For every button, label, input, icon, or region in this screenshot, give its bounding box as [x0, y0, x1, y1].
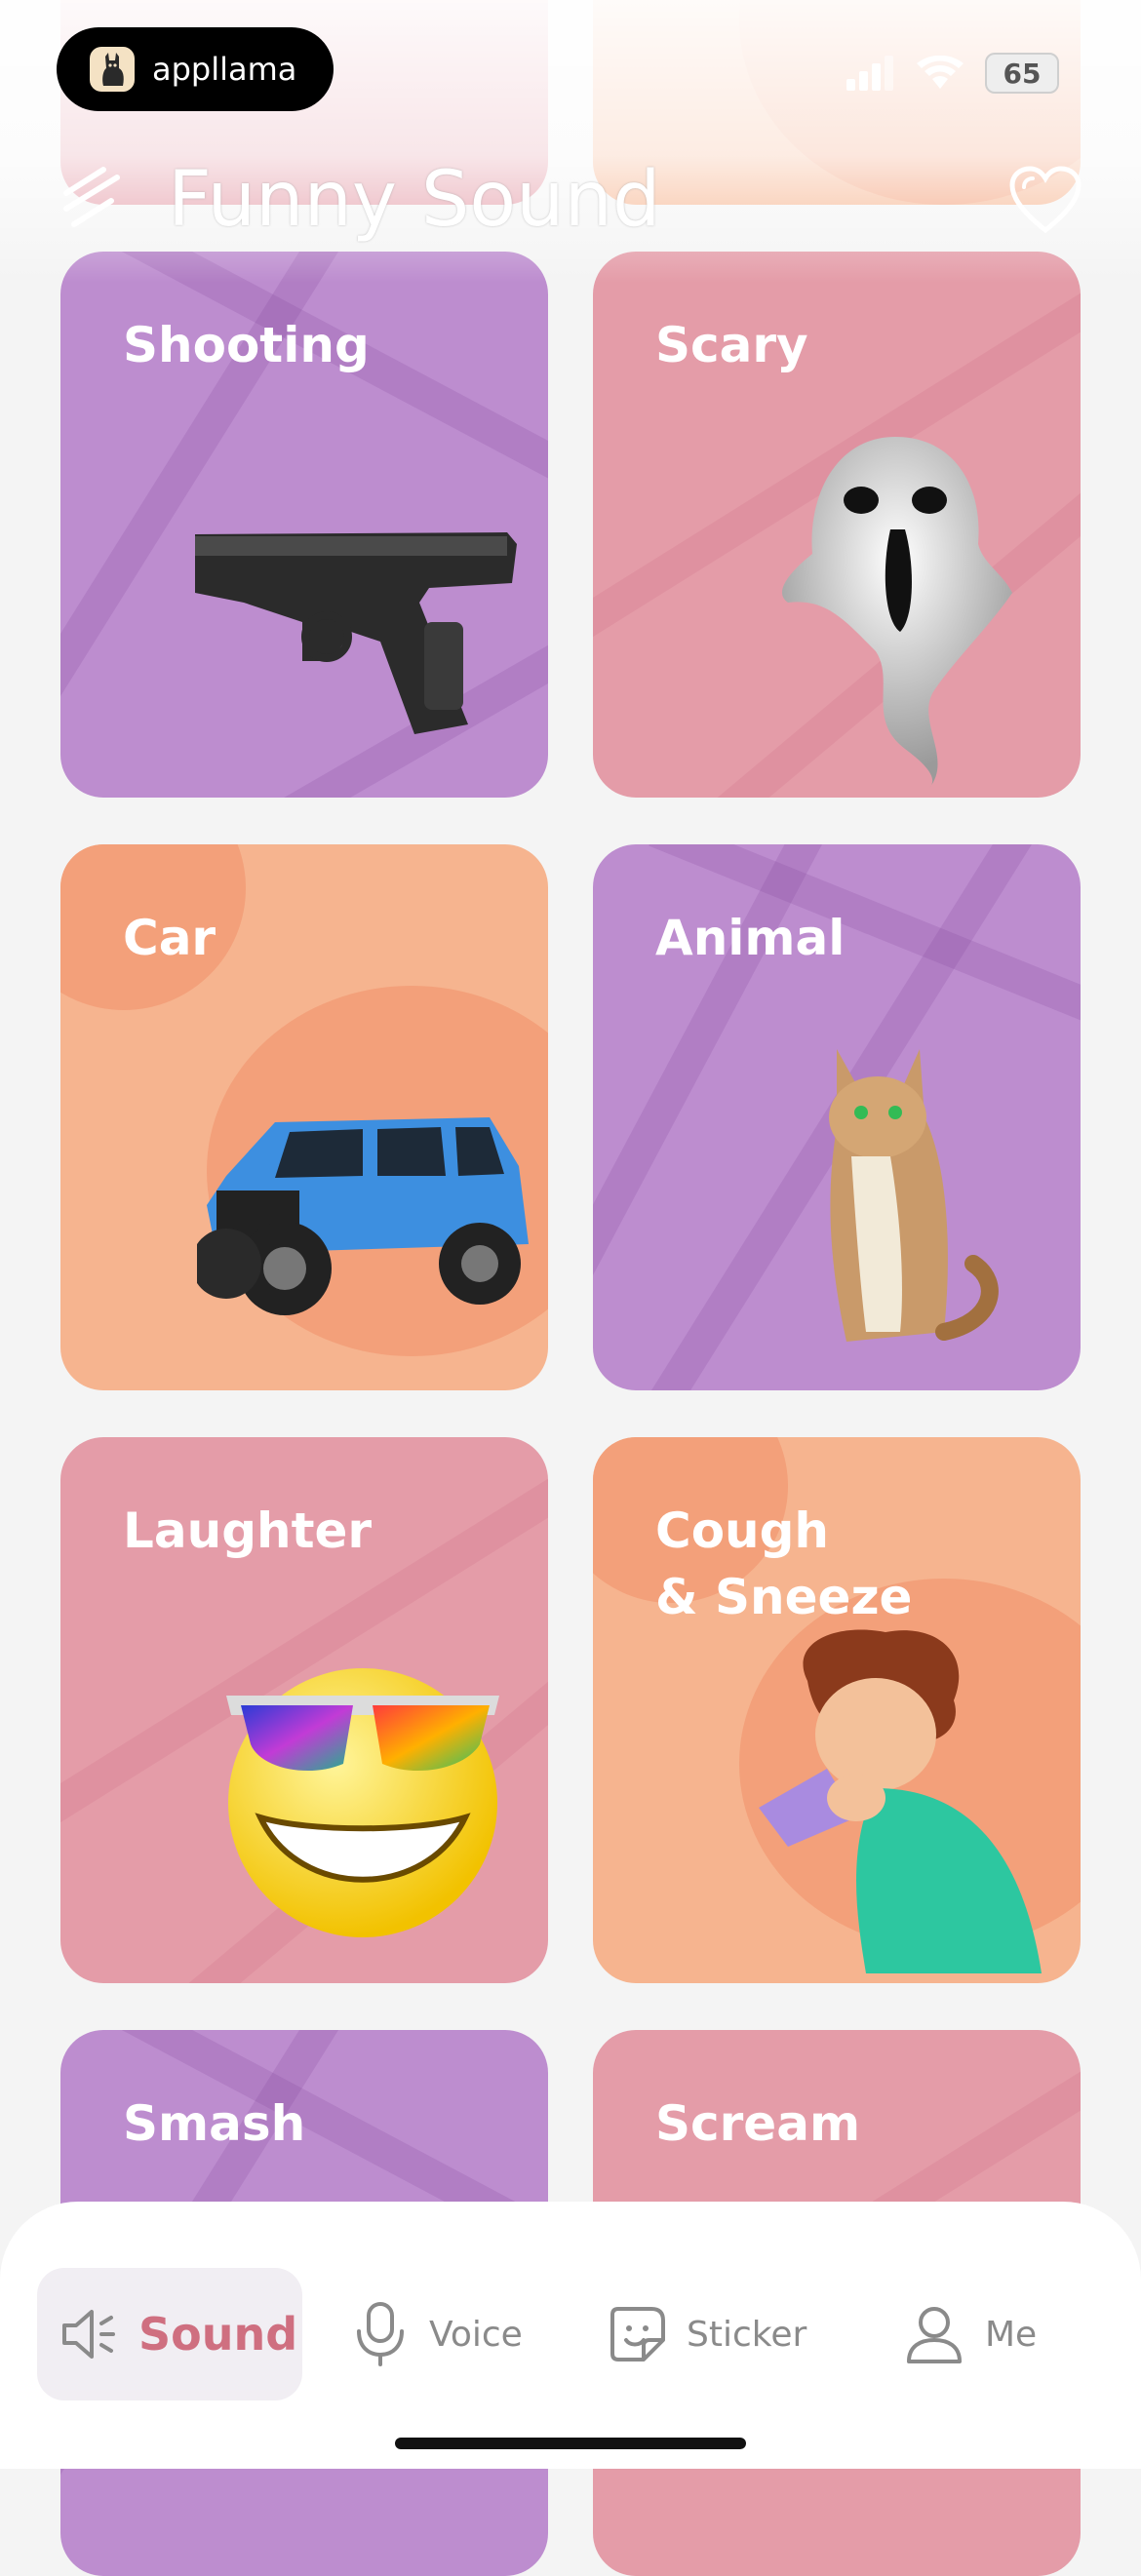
category-label: Laughter [123, 1503, 373, 1559]
llama-logo-icon [90, 47, 135, 92]
status-bar: 65 [846, 53, 1059, 94]
category-label: Scream [655, 2095, 861, 2152]
home-indicator[interactable] [395, 2438, 746, 2449]
nav-item-sound[interactable]: Sound [37, 2268, 302, 2400]
category-label: Cough & Sneeze [655, 1503, 913, 1625]
user-icon [907, 2307, 962, 2363]
pistol-icon [195, 532, 517, 734]
battery-indicator: 65 [985, 53, 1059, 94]
nav-label: Sound [138, 2308, 298, 2361]
microphone-icon [357, 2302, 404, 2366]
category-card-laughter[interactable]: Laughter [60, 1437, 548, 1983]
app-badge-label: appllama [152, 51, 297, 88]
sticker-icon [610, 2307, 665, 2361]
signal-icon [846, 56, 893, 91]
nav-label: Sticker [687, 2314, 807, 2355]
category-grid: Shooting Scary Car Animal Laughter Cough… [0, 0, 1141, 2576]
category-card-scary[interactable]: Scary [593, 252, 1081, 798]
page-title: Funny Sound [168, 156, 661, 244]
nav-label: Voice [429, 2314, 523, 2355]
category-card-animal[interactable]: Animal [593, 844, 1081, 1390]
nav-label: Me [985, 2314, 1038, 2355]
nav-item-me[interactable]: Me [903, 2268, 1059, 2400]
cat-icon [829, 1049, 999, 1342]
nav-item-sticker[interactable]: Sticker [609, 2268, 823, 2400]
menu-icon[interactable] [60, 164, 129, 232]
category-card-shooting[interactable]: Shooting [60, 252, 548, 798]
category-label: Smash [123, 2095, 306, 2152]
sneezing-boy-icon [759, 1629, 1042, 1973]
jeep-icon [197, 1117, 529, 1315]
nav-item-voice[interactable]: Voice [351, 2268, 546, 2400]
category-card-cough-sneeze[interactable]: Cough & Sneeze [593, 1437, 1081, 1983]
category-label: Animal [655, 910, 846, 966]
laughing-emoji-icon [226, 1668, 499, 1937]
ghost-icon [782, 437, 1012, 788]
category-label: Car [123, 910, 216, 966]
app-badge[interactable]: appllama [57, 27, 334, 111]
header: appllama 65 Funny Sound [0, 0, 1141, 283]
speaker-icon [62, 2310, 115, 2359]
favorites-heart-icon[interactable] [1008, 166, 1082, 236]
bottom-nav: Sound Voice Sticker Me [0, 2202, 1141, 2469]
wifi-icon [917, 56, 964, 89]
category-label: Scary [655, 317, 808, 373]
category-card-car[interactable]: Car [60, 844, 548, 1390]
category-label: Shooting [123, 317, 370, 373]
